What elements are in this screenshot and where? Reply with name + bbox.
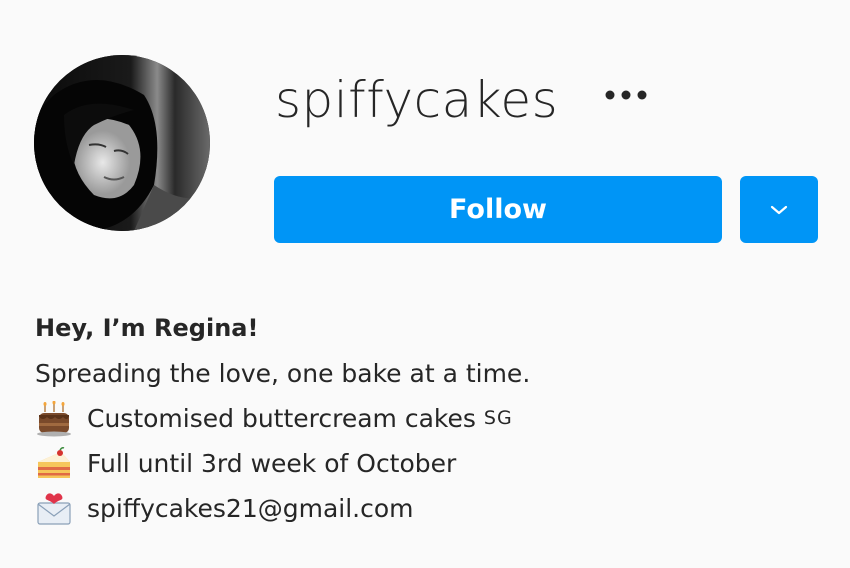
chevron-down-icon [770,205,788,214]
bio-line-text: spiffycakes21@gmail.com [87,494,414,523]
bio-line-email[interactable]: spiffycakes21@gmail.com [35,486,815,531]
profile-bio: Hey, I’m Regina! Spreading the love, one… [35,306,815,531]
more-options-button[interactable] [600,78,652,112]
avatar-photo [34,55,210,231]
profile-avatar[interactable] [34,55,210,231]
bio-line-text: Full until 3rd week of October [87,449,457,478]
bio-tagline: Spreading the love, one bake at a time. [35,359,531,388]
profile-username: spiffycakes [275,71,559,129]
more-horizontal-icon [605,90,647,100]
bio-line-cakes: Customised buttercream cakes SG [35,396,815,441]
cake-slice-emoji-icon [35,446,73,482]
bio-line-suffix: SG [483,407,513,429]
suggestions-dropdown-button[interactable] [740,176,818,243]
follow-button[interactable]: Follow [274,176,722,243]
cake-emoji-icon [35,400,73,437]
bio-name: Hey, I’m Regina! [35,314,259,342]
bio-line-text: Customised buttercream cakes [87,404,476,433]
bio-line-availability: Full until 3rd week of October [35,441,815,486]
envelope-heart-emoji-icon [35,491,73,527]
